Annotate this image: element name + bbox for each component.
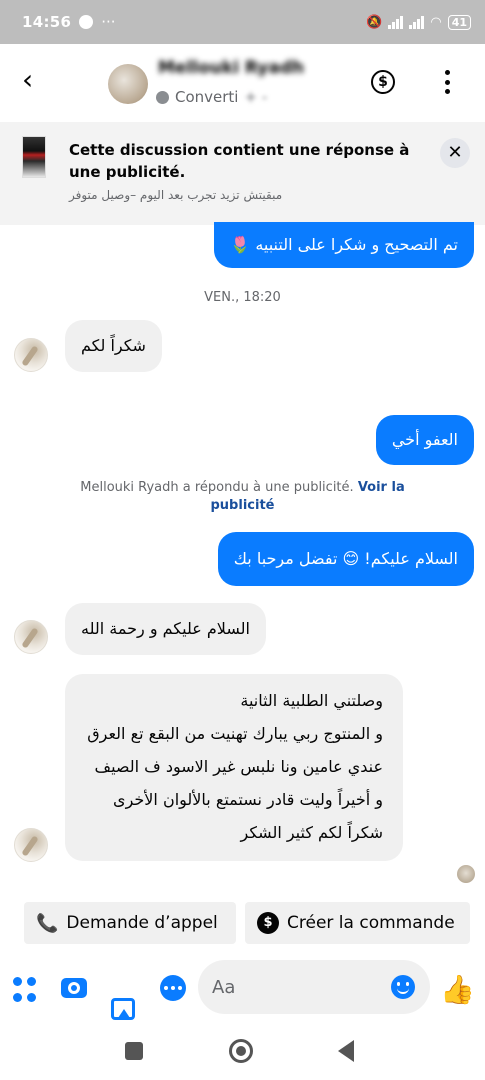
recent-apps-button[interactable] — [125, 1042, 143, 1060]
message-line: و المنتوج ربي يبارك تهنيت من البقع تع ال… — [87, 724, 383, 743]
contact-avatar[interactable] — [108, 64, 148, 104]
status-suffix: + - — [244, 88, 268, 106]
conversation-header: ‹ Mellouki Ryadh Converti + - $ — [0, 44, 485, 122]
message-line: شكراً لكم كثير الشكر — [240, 823, 384, 842]
outgoing-message[interactable]: السلام عليكم! 😊 تفضل مرحبا بك — [217, 532, 474, 586]
seen-receipt-avatar — [457, 865, 475, 883]
contact-avatar-small — [14, 338, 48, 372]
system-back-button[interactable] — [338, 1040, 354, 1062]
banner-title: Cette discussion contient une réponse à … — [69, 141, 410, 181]
signal-icon — [388, 15, 404, 29]
ad-reply-banner: Cette discussion contient une réponse à … — [0, 122, 485, 225]
quick-actions: 📞 Demande d’appel $ Créer la commande — [0, 902, 485, 946]
status-time: 14:56 — [22, 13, 72, 31]
outgoing-message[interactable]: تم التصحيح و شكرا على التنبيه 🌷 — [214, 222, 474, 268]
chat-bubble-icon[interactable] — [160, 975, 186, 1001]
request-call-label: Demande d’appel — [66, 913, 218, 933]
ad-thumbnail[interactable] — [22, 136, 46, 178]
signal-icon-2 — [409, 15, 425, 29]
system-navigation-bar — [0, 1021, 485, 1080]
message-line: عندي عامين ونا نلبس غير الاسود ف الصيف — [94, 757, 384, 776]
status-label: Converti — [175, 88, 239, 106]
banner-subtitle: مبقيتش تزيد تجرب بعد اليوم –وصيل متوفر — [69, 188, 283, 202]
message-composer: 👍 — [0, 955, 485, 1021]
outgoing-message[interactable]: العفو أخي — [375, 415, 474, 465]
status-bar: 14:56 ··· 🔕 ◠ 41 — [0, 0, 485, 44]
message-thread: تم التصحيح و شكرا على التنبيه 🌷 VEN., 18… — [0, 222, 485, 895]
home-button[interactable] — [229, 1039, 253, 1063]
contact-status: Converti + - — [156, 88, 267, 106]
close-icon[interactable]: ✕ — [440, 138, 470, 168]
camera-icon[interactable] — [61, 978, 87, 998]
phone-plus-icon: 📞 — [36, 912, 59, 934]
more-options-icon[interactable] — [442, 68, 452, 96]
back-arrow-icon[interactable]: ‹ — [22, 66, 52, 96]
contact-avatar-small — [14, 620, 48, 654]
ad-reply-notice: Mellouki Ryadh a répondu à une publicité… — [60, 479, 425, 515]
battery-icon: 41 — [447, 14, 471, 30]
messenger-notification-icon — [79, 15, 94, 29]
emoji-icon[interactable] — [391, 975, 415, 999]
status-dot-icon — [156, 90, 169, 104]
like-icon[interactable]: 👍 — [440, 973, 475, 1006]
message-input-wrapper — [198, 960, 430, 1014]
contact-name[interactable]: Mellouki Ryadh — [158, 58, 304, 78]
message-input[interactable] — [212, 960, 382, 1014]
dollar-icon[interactable]: $ — [371, 70, 395, 94]
contact-avatar-small — [14, 828, 48, 862]
message-line: وصلتني الطلبية الثانية — [240, 691, 383, 710]
more-notifications: ··· — [101, 13, 116, 31]
wifi-icon: ◠ — [430, 14, 442, 30]
timestamp: VEN., 18:20 — [204, 290, 281, 305]
apps-icon[interactable] — [13, 977, 39, 1003]
notice-text: Mellouki Ryadh a répondu à une publicité… — [80, 480, 354, 495]
message-line: و أخيراً وليت قادر نستمتع بالألوان الأخر… — [113, 790, 383, 809]
dollar-circle-icon: $ — [257, 912, 279, 934]
create-order-label: Créer la commande — [287, 913, 455, 933]
request-call-button[interactable]: 📞 Demande d’appel — [24, 902, 236, 944]
gallery-icon[interactable] — [111, 998, 135, 1020]
mute-icon: 🔕 — [366, 14, 383, 30]
create-order-button[interactable]: $ Créer la commande — [245, 902, 470, 944]
incoming-message[interactable]: شكراً لكم — [65, 320, 162, 372]
incoming-message[interactable]: السلام عليكم و رحمة الله — [65, 603, 266, 655]
incoming-message-multiline[interactable]: وصلتني الطلبية الثانية و المنتوج ربي يبا… — [65, 674, 403, 861]
